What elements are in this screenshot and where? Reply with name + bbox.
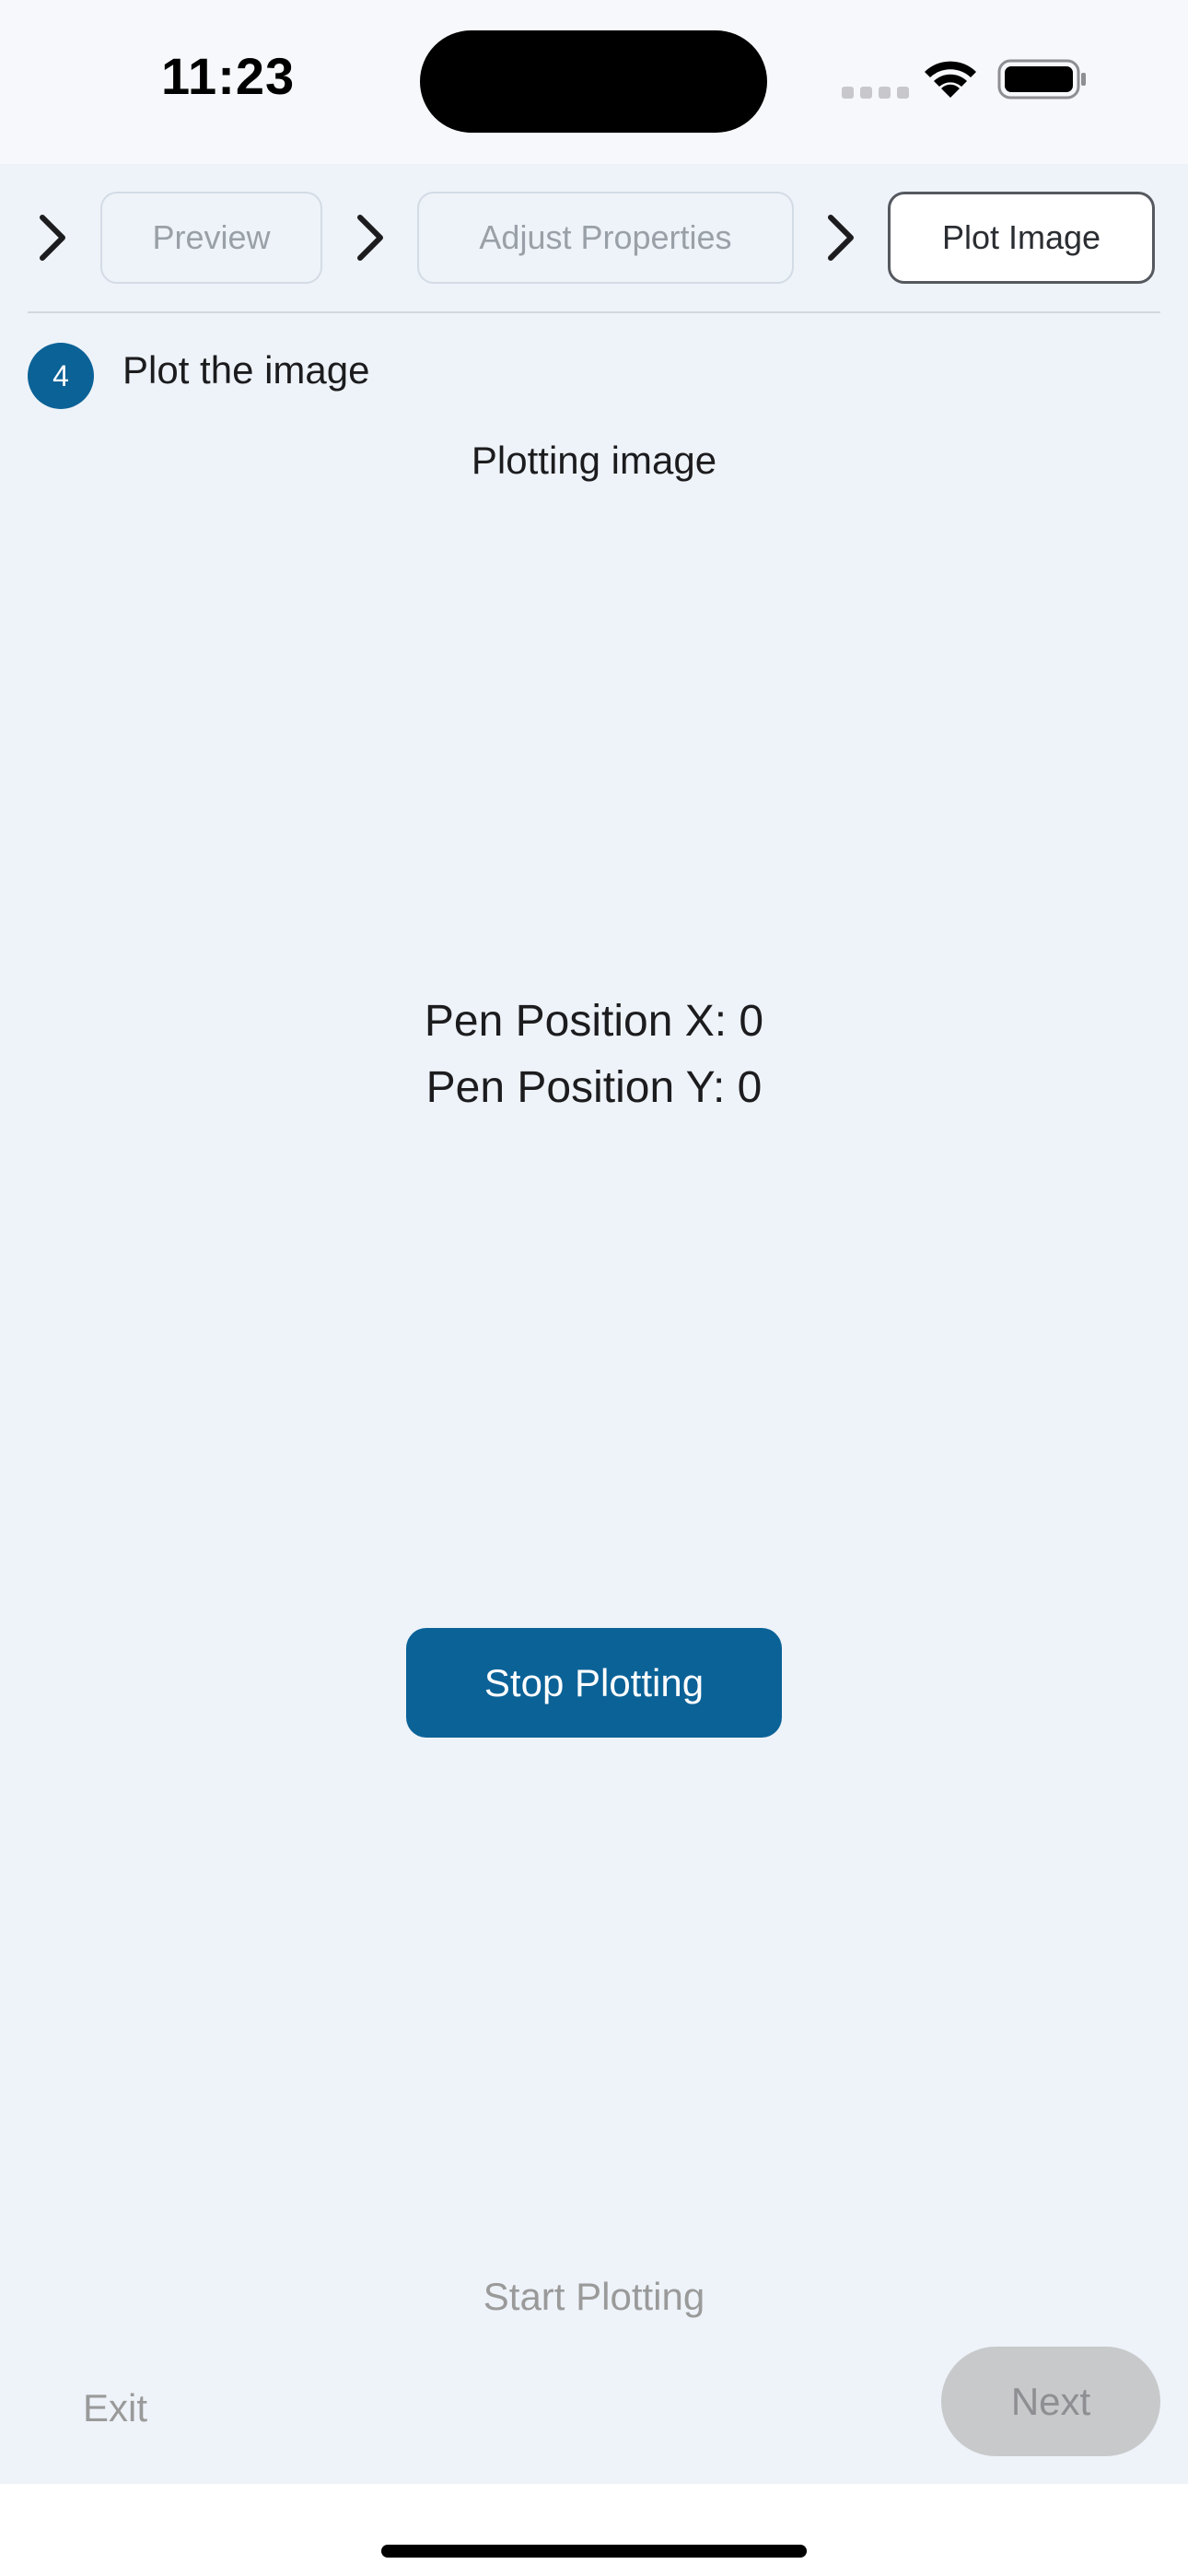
step-preview[interactable]: Preview xyxy=(100,192,322,284)
exit-button[interactable]: Exit xyxy=(55,2371,175,2445)
start-plotting-button[interactable]: Start Plotting xyxy=(410,2265,778,2329)
home-bar-area xyxy=(0,2484,1188,2576)
pen-position-x: Pen Position X: 0 xyxy=(424,997,764,1046)
battery-icon xyxy=(997,59,1086,100)
status-time: 11:23 xyxy=(161,47,296,105)
step-title: Plot the image xyxy=(122,348,370,392)
chevron-right-icon xyxy=(357,215,383,261)
chevron-right-icon xyxy=(828,215,854,261)
stepper-divider xyxy=(28,311,1160,313)
status-bar: 11:23 xyxy=(0,0,1188,164)
chevron-right-icon xyxy=(40,215,65,261)
step-plot-image[interactable]: Plot Image xyxy=(888,192,1155,284)
stepper: Preview Adjust Properties Plot Image xyxy=(0,164,1188,311)
plotting-status: Plotting image xyxy=(471,439,717,482)
dynamic-island xyxy=(420,30,767,133)
app-content: Preview Adjust Properties Plot Image 4 P… xyxy=(0,164,1188,2484)
home-indicator[interactable] xyxy=(381,2545,807,2558)
stop-plotting-button[interactable]: Stop Plotting xyxy=(406,1628,782,1738)
cellular-signal-icon xyxy=(842,87,909,99)
step-number-badge: 4 xyxy=(28,343,94,409)
wifi-icon xyxy=(925,61,976,98)
next-button[interactable]: Next xyxy=(941,2347,1160,2456)
pen-position-y: Pen Position Y: 0 xyxy=(425,1063,763,1112)
step-adjust-properties[interactable]: Adjust Properties xyxy=(417,192,794,284)
